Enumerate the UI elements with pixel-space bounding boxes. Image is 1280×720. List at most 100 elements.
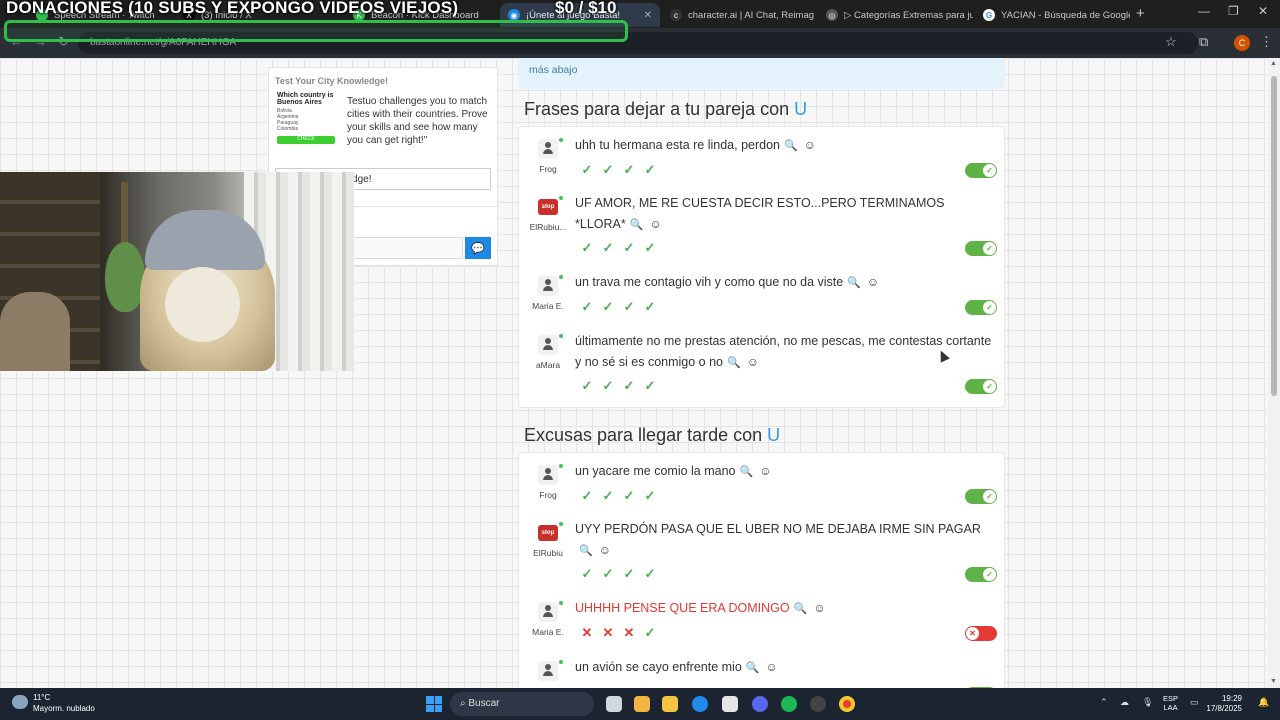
- scrollbar-thumb[interactable]: [1271, 76, 1277, 396]
- answer-row: stop ElRubiu... UF AMOR, ME RE CUESTA DE…: [519, 193, 1006, 261]
- tab-google-search[interactable]: G YACIAN - Búsqueda de Google ✕: [975, 3, 1130, 27]
- emoji-react-icon[interactable]: ☺: [867, 275, 879, 289]
- tab-character-ai[interactable]: c character.ai | AI Chat, Reimagin... ✕: [662, 3, 814, 27]
- stream-overlay-title: DONACIONES (10 SUBS Y EXPONGO VIDEOS VIE…: [6, 0, 459, 17]
- vote-check-icon: ✓: [644, 378, 656, 393]
- chat-send-button[interactable]: 💬: [465, 237, 491, 259]
- emoji-react-icon[interactable]: ☺: [599, 543, 611, 557]
- clock-time: 19:29: [1221, 694, 1242, 703]
- language-indicator[interactable]: ESP LAA: [1163, 694, 1178, 712]
- search-icon[interactable]: 🔍: [784, 140, 798, 152]
- bookmark-star-icon[interactable]: ☆: [1165, 34, 1177, 50]
- accept-toggle[interactable]: ✓: [965, 489, 997, 504]
- profile-avatar[interactable]: C: [1234, 35, 1250, 51]
- category-letter: U: [794, 99, 808, 119]
- online-dot: [559, 601, 563, 605]
- emoji-react-icon[interactable]: ☺: [747, 355, 759, 369]
- vote-check-icon: ✓: [581, 240, 593, 255]
- vote-check-icon: ✓: [644, 625, 656, 640]
- spotify-icon[interactable]: [781, 696, 797, 712]
- obs-icon[interactable]: [810, 696, 826, 712]
- accept-toggle[interactable]: ✓: [965, 163, 997, 178]
- vote-check-icon: ✓: [602, 488, 614, 503]
- accept-toggle[interactable]: ✓: [965, 567, 997, 582]
- microphone-icon[interactable]: 🎙: [1142, 697, 1153, 708]
- notification-bell-icon[interactable]: 🔔: [1258, 697, 1269, 708]
- emoji-react-icon[interactable]: ☺: [804, 138, 816, 152]
- vote-check-icon: ✓: [602, 240, 614, 255]
- new-tab-button[interactable]: +: [1136, 5, 1145, 22]
- answer-row: Frog un yacare me comio la mano 🔍 ☺ ✓ ✓ ✓ ✓ ✓: [519, 461, 1006, 509]
- discord-icon[interactable]: [752, 696, 768, 712]
- close-window-icon[interactable]: ✕: [1258, 4, 1268, 18]
- stop-badge-text: stop: [541, 204, 555, 210]
- scroll-down-icon[interactable]: ▼: [1270, 678, 1277, 685]
- menu-dots-icon[interactable]: ⋮: [1260, 34, 1273, 50]
- accept-toggle[interactable]: ✓: [965, 241, 997, 256]
- network-icon[interactable]: ▭: [1190, 697, 1199, 708]
- search-icon[interactable]: 🔍: [794, 603, 808, 615]
- emoji-react-icon[interactable]: ☺: [765, 660, 777, 674]
- answer-row: Maria E. UHHHH PENSE QUE ERA DOMINGO 🔍 ☺ ✕…: [519, 598, 1006, 646]
- emoji-react-icon[interactable]: ☺: [759, 464, 771, 478]
- ad-thumb-option: Colombia: [277, 126, 299, 132]
- search-icon[interactable]: 🔍: [847, 277, 861, 289]
- minimize-icon[interactable]: —: [1198, 4, 1210, 18]
- emoji-react-icon[interactable]: ☺: [649, 217, 661, 231]
- check-icon: ✓: [983, 568, 996, 581]
- store-icon[interactable]: [722, 696, 738, 712]
- vote-check-icon: ✓: [581, 566, 593, 581]
- answer-text-value: un trava me contagio vih y como que no d…: [575, 275, 844, 289]
- emoji-react-icon[interactable]: ☺: [813, 601, 825, 615]
- weather-temp: 11°C: [33, 693, 51, 702]
- person-icon: [538, 602, 558, 622]
- check-icon: ✓: [983, 490, 996, 503]
- restore-icon[interactable]: ❐: [1228, 4, 1239, 18]
- vote-check-icon: ✓: [644, 566, 656, 581]
- stream-overlay-frame: [4, 20, 628, 42]
- vote-check-icon: ✓: [644, 240, 656, 255]
- extensions-icon[interactable]: ⧉: [1199, 34, 1208, 50]
- task-view-icon[interactable]: [606, 696, 622, 712]
- stream-overlay-goal: $0 / $10: [555, 0, 617, 17]
- chrome-icon[interactable]: [839, 696, 855, 712]
- tab-categorias[interactable]: ◎ ▷ Categorías Extremas para ju... ✕: [818, 3, 973, 27]
- file-explorer-icon[interactable]: [662, 696, 678, 712]
- onedrive-icon[interactable]: ☁: [1120, 697, 1129, 708]
- search-icon[interactable]: 🔍: [727, 357, 741, 369]
- accept-toggle[interactable]: ✕: [965, 626, 997, 641]
- player-name: Maria E.: [532, 627, 564, 637]
- search-icon[interactable]: 🔍: [746, 662, 760, 674]
- cloud-icon: [12, 695, 28, 709]
- search-icon[interactable]: 🔍: [740, 466, 754, 478]
- answer-text-value: un yacare me comio la mano: [575, 464, 736, 478]
- taskbar-search[interactable]: ⌕ Buscar: [450, 692, 594, 716]
- answer-text: UF AMOR, ME RE CUESTA DECIR ESTO...PERO …: [575, 193, 995, 236]
- search-icon[interactable]: 🔍: [579, 545, 593, 557]
- vote-check-icon: ✓: [623, 378, 635, 393]
- scroll-up-icon[interactable]: ▲: [1270, 60, 1277, 67]
- person-icon: [538, 465, 558, 485]
- accept-toggle[interactable]: ✓: [965, 379, 997, 394]
- copilot-icon[interactable]: [634, 696, 650, 712]
- edge-icon[interactable]: [692, 696, 708, 712]
- search-icon[interactable]: 🔍: [630, 219, 644, 231]
- player-name: Frog: [539, 490, 557, 500]
- stop-badge: stop: [538, 525, 558, 541]
- windows-start-icon[interactable]: [426, 696, 442, 712]
- tray-chevron-icon[interactable]: ⌃: [1100, 697, 1108, 708]
- vote-check-icon: ✓: [623, 488, 635, 503]
- close-tab-icon[interactable]: ✕: [644, 10, 652, 21]
- online-dot: [559, 196, 563, 200]
- answers-card: Frog un yacare me comio la mano 🔍 ☺ ✓ ✓ ✓ ✓ ✓…: [518, 452, 1005, 688]
- vote-check-icon: ✓: [602, 378, 614, 393]
- answer-row: aMara últimamente no me prestas atención…: [519, 331, 1006, 399]
- clock-date: 17/8/2025: [1206, 704, 1242, 713]
- answers-card: Frog uhh tu hermana esta re linda, perdo…: [518, 126, 1005, 408]
- ad-thumb-button: CHECK: [277, 136, 335, 144]
- person-icon: [538, 139, 558, 159]
- check-icon: ✓: [983, 164, 996, 177]
- taskbar-search-label: Buscar: [468, 698, 500, 709]
- taskbar-clock[interactable]: 19:29 17/8/2025: [1200, 694, 1242, 714]
- accept-toggle[interactable]: ✓: [965, 300, 997, 315]
